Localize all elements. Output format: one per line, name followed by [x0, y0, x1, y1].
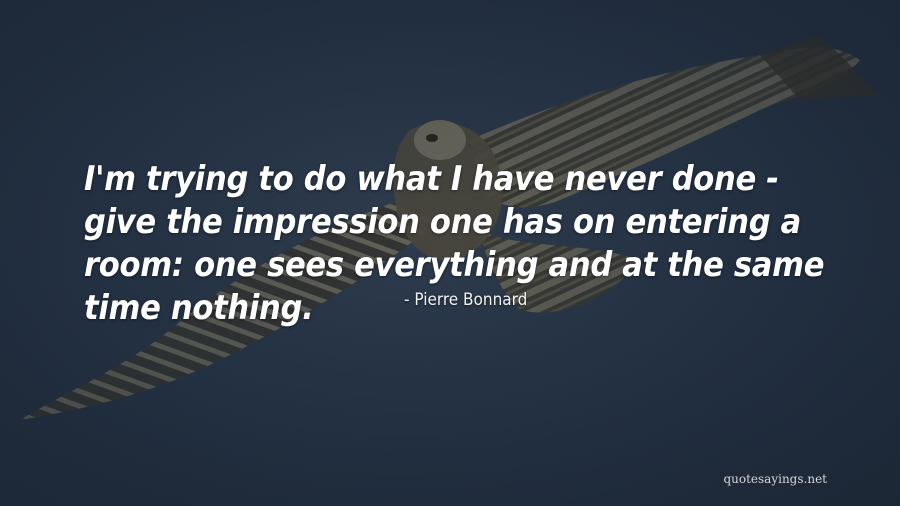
site-watermark[interactable]: quotesayings.net: [723, 472, 827, 486]
quote-image: I'm trying to do what I have never done …: [0, 0, 900, 506]
quote-author: - Pierre Bonnard: [404, 290, 528, 310]
